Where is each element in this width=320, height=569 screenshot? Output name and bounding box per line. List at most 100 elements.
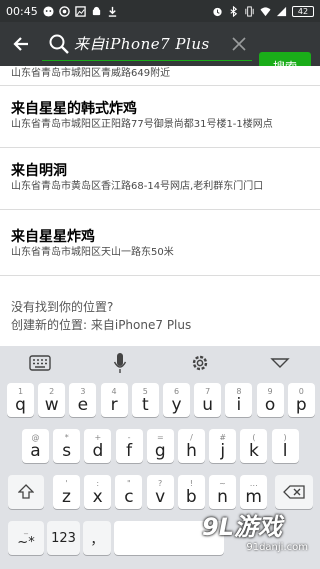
key-label: x <box>92 486 103 507</box>
key-n[interactable]: ~ n <box>209 475 236 509</box>
key-label: l <box>282 440 288 461</box>
key-l[interactable]: ) l <box>271 429 299 463</box>
backspace-key[interactable] <box>275 475 313 509</box>
key-e[interactable]: 3e <box>69 383 97 417</box>
key-label: g <box>154 440 166 461</box>
key-d[interactable]: + d <box>84 429 112 463</box>
key-label: k <box>248 440 259 461</box>
result-title: 来自星星的韩式炸鸡 <box>11 101 137 117</box>
key-label: n <box>217 486 228 507</box>
search-field[interactable]: 来自iPhone7 Plus <box>42 27 252 61</box>
key-f[interactable]: -f <box>115 429 143 463</box>
keyboard-row-2: @ a * s + d - f = g / h # j(k) l <box>0 429 320 469</box>
key-g[interactable]: = g <box>146 429 174 463</box>
clear-icon[interactable] <box>230 35 248 53</box>
key-label: r <box>110 394 118 415</box>
key-j[interactable]: # j <box>209 429 237 463</box>
key-label: u <box>202 394 214 415</box>
key-k[interactable]: (k <box>240 429 268 463</box>
key-h[interactable]: / h <box>178 429 205 463</box>
download-icon <box>108 6 116 17</box>
vibrate-icon <box>245 5 254 17</box>
numbers-key[interactable]: 123 <box>47 521 80 555</box>
watermark-url: 91danji.com <box>246 542 308 553</box>
app-notification-icon <box>58 5 70 17</box>
symbols-key-sub: _ <box>24 524 28 534</box>
key-label: q <box>15 394 26 415</box>
keyboard-switch-button[interactable] <box>28 351 52 375</box>
key-w[interactable]: 2w <box>38 383 66 417</box>
keyboard-toolbar <box>0 346 320 380</box>
result-address: 山东省青岛市城阳区青威路649附近 <box>11 68 171 79</box>
list-item[interactable]: 来自明洞 山东省青岛市黄岛区香江路68-14号网店,老利群东门门口 <box>0 148 320 210</box>
key-label: m <box>245 486 262 507</box>
image-notification-icon <box>74 5 86 17</box>
keyboard-row-1: 1q2w3e4r5t6y7u8i9o0p <box>0 383 320 423</box>
voice-input-button[interactable] <box>108 351 132 375</box>
key-t[interactable]: 5t <box>131 383 159 417</box>
wifi-icon <box>260 6 271 16</box>
symbols-key[interactable]: _ ~* <box>8 521 44 555</box>
chevron-down-icon <box>270 358 290 368</box>
backspace-icon <box>283 485 305 499</box>
keyboard-settings-button[interactable] <box>188 351 212 375</box>
signal-icon <box>276 6 287 16</box>
watermark: 9L游戏 91danji.com <box>202 507 312 565</box>
gear-icon <box>192 355 208 371</box>
result-address: 山东省青岛市城阳区正阳路77号御景尚都31号楼1-1楼网点 <box>11 119 273 130</box>
create-location-label: 创建新的位置: 来自iPhone7 Plus <box>11 318 192 332</box>
key-label: p <box>295 394 307 415</box>
status-time: 00:45 <box>6 4 38 18</box>
key-z[interactable]: ' z <box>53 475 80 509</box>
create-location-item[interactable]: 没有找到你的位置? 创建新的位置: 来自iPhone7 Plus <box>11 298 191 334</box>
soft-keyboard: 1q2w3e4r5t6y7u8i9o0p @ a * s + d - f = g / h # j(k) l … <box>0 346 320 569</box>
alarm-icon <box>213 7 222 16</box>
key-r[interactable]: 4r <box>100 383 128 417</box>
key-label: y <box>171 394 182 415</box>
key-b[interactable]: ! b <box>177 475 205 509</box>
key-label: h <box>186 440 197 461</box>
result-address: 山东省青岛市黄岛区香江路68-14号网店,老利群东门门口 <box>11 181 264 192</box>
shift-icon <box>18 484 34 499</box>
result-address: 山东省青岛市城阳区天山一路东50米 <box>11 247 174 258</box>
result-title: 来自星星炸鸡 <box>11 229 95 245</box>
key-x[interactable]: :x <box>84 475 112 509</box>
android-icon <box>92 6 100 15</box>
comma-key[interactable]: ， <box>83 521 111 555</box>
key-y[interactable]: 6y <box>163 383 190 417</box>
key-label: z <box>62 486 71 507</box>
key-label: a <box>30 440 41 461</box>
key-label: i <box>236 394 242 415</box>
key-label: e <box>77 394 89 415</box>
search-query-text[interactable]: 来自iPhone7 Plus <box>74 33 210 54</box>
key-c[interactable]: " c <box>115 475 143 509</box>
key-label: o <box>264 394 276 415</box>
search-header: 来自iPhone7 Plus 搜索 <box>0 22 320 80</box>
list-item[interactable]: 来自星星的韩式炸鸡 山东省青岛市城阳区正阳路77号御景尚都31号楼1-1楼网点 <box>0 86 320 148</box>
battery-indicator: 42 <box>292 5 314 17</box>
hide-keyboard-button[interactable] <box>268 351 292 375</box>
microphone-icon <box>113 353 127 373</box>
list-item[interactable]: 山东省青岛市城阳区青威路649附近 <box>0 66 320 86</box>
key-i[interactable]: 8i <box>225 383 253 417</box>
key-s[interactable]: * s <box>53 429 81 463</box>
key-q[interactable]: 1q <box>7 383 34 417</box>
status-bar: 00:45 42 <box>0 0 320 22</box>
back-button[interactable] <box>0 22 42 66</box>
key-label: v <box>155 486 166 507</box>
result-title: 来自明洞 <box>11 163 67 179</box>
key-u[interactable]: 7u <box>194 383 222 417</box>
key-o[interactable]: 9o <box>256 383 284 417</box>
key-label: f <box>126 440 133 461</box>
list-item[interactable]: 来自星星炸鸡 山东省青岛市城阳区天山一路东50米 <box>0 210 320 276</box>
key-label: w <box>44 394 59 415</box>
keyboard-icon <box>29 355 51 371</box>
key-m[interactable]: … m <box>240 475 268 509</box>
back-arrow-icon <box>13 37 28 51</box>
key-v[interactable]: ? v <box>146 475 174 509</box>
key-a[interactable]: @ a <box>22 429 49 463</box>
symbols-key-label: ~* <box>17 534 35 550</box>
shift-key[interactable] <box>8 475 44 509</box>
key-p[interactable]: 0p <box>287 383 315 417</box>
bluetooth-icon <box>230 5 238 17</box>
